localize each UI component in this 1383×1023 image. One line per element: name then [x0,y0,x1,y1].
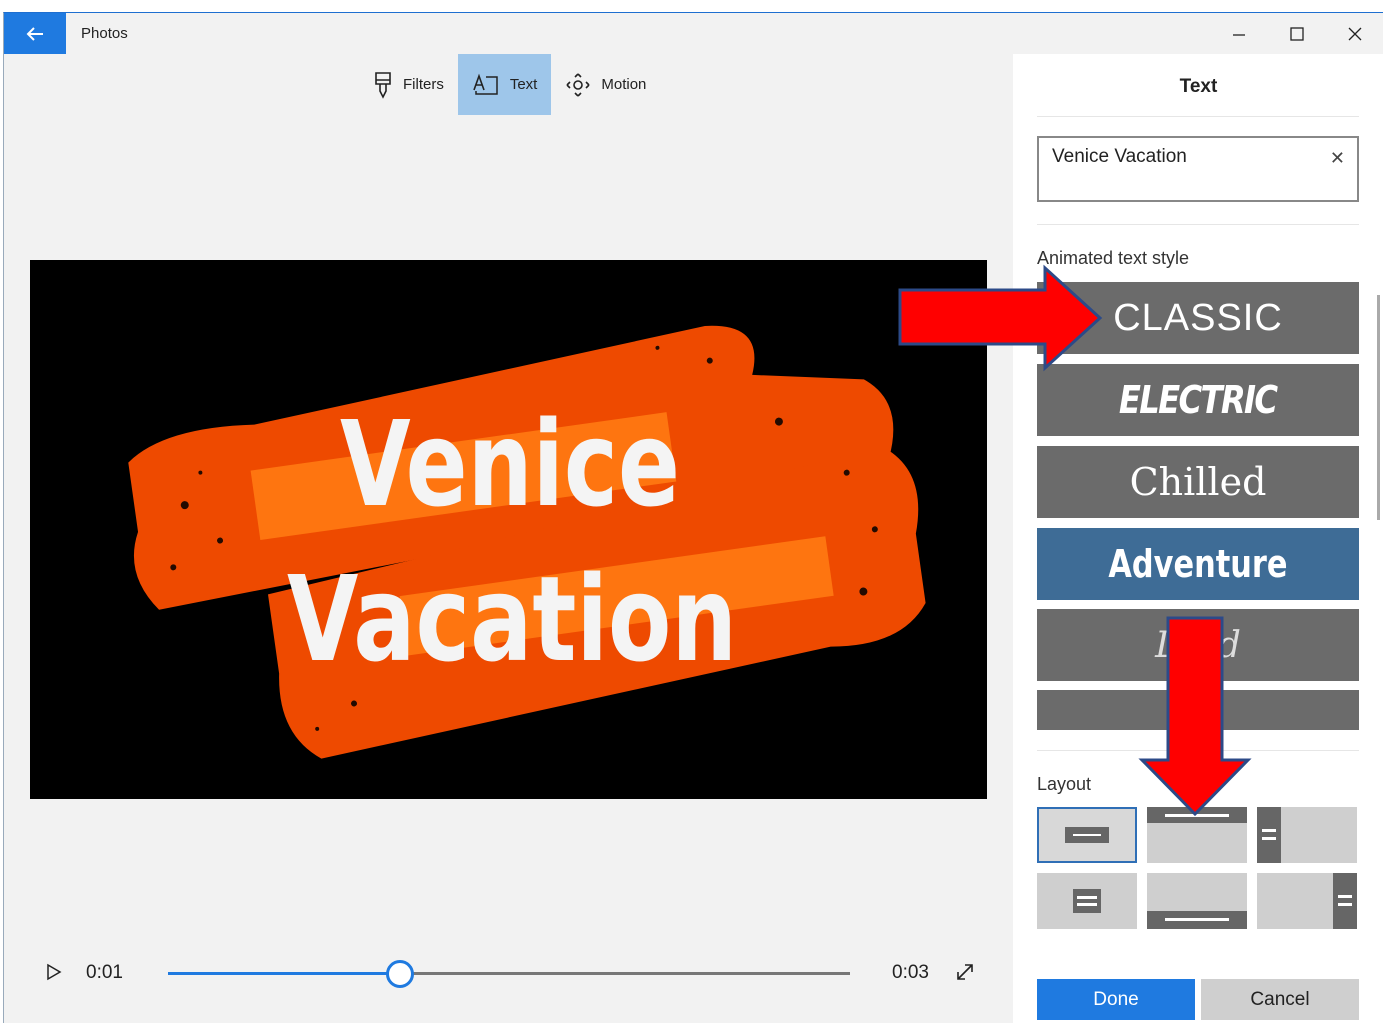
text-tool-label: Text [509,76,538,93]
total-time: 0:03 [892,962,929,983]
maximize-button[interactable] [1268,13,1326,54]
minimize-icon [1233,33,1245,36]
seek-progress [168,972,400,975]
layout-left-line [1262,829,1276,832]
fullscreen-icon[interactable] [954,961,976,983]
layout-bottom-line [1165,918,1229,921]
maximize-icon [1290,26,1304,41]
seek-track[interactable] [168,972,850,975]
close-icon [1348,27,1362,40]
style-partial[interactable] [1037,690,1359,730]
style-adventure-label: Adventure [1108,542,1288,586]
layout-center-small[interactable] [1037,873,1137,929]
layout-center-small-line [1077,903,1097,906]
layout-top-line [1165,814,1229,817]
close-button[interactable] [1326,13,1383,54]
motion-label: Motion [601,76,647,93]
layout-center[interactable] [1037,807,1137,863]
layout-bottom[interactable] [1147,873,1247,929]
layout-left[interactable] [1257,807,1357,863]
layout-label: Layout [1037,774,1092,794]
overlay-text-value: Venice Vacation [1052,146,1187,167]
overlay-line-2: Vacation [287,550,737,688]
text-tool[interactable]: Text [457,54,552,115]
playback-bar: 0:01 0:03 [4,943,1009,993]
style-electric-label: ELECTRIC [1119,378,1278,422]
style-lord[interactable]: Lord [1037,609,1359,681]
layout-left-line [1262,837,1276,840]
layout-right-line [1338,903,1352,906]
overlay-text-input[interactable]: Venice Vacation ✕ [1037,136,1359,202]
style-chilled-label: Chilled [1129,460,1267,504]
divider [1037,750,1359,751]
panel-scrollbar[interactable] [1377,295,1380,520]
style-lord-label: Lord [1155,624,1241,666]
photos-window: Photos Filters Text Motion Venice Vacati… [3,12,1383,1023]
animated-style-label: Animated text style [1037,248,1190,268]
filters-tool[interactable]: Filters [359,54,458,115]
app-title: Photos [81,25,128,42]
panel-title: Text [1179,76,1218,97]
style-electric[interactable]: ELECTRIC [1037,364,1359,436]
current-time: 0:01 [86,962,123,983]
layout-top[interactable] [1147,807,1247,863]
layout-center-small-bar [1073,889,1101,913]
divider [1037,224,1359,225]
motion-tool[interactable]: Motion [551,54,660,115]
layout-right-line [1338,895,1352,898]
clear-text-icon[interactable]: ✕ [1330,148,1345,169]
layout-right[interactable] [1257,873,1357,929]
title-bar: Photos [4,13,1383,54]
edit-toolbar: Filters Text Motion [359,54,660,115]
video-preview: Venice Vacation [30,260,987,799]
style-classic[interactable]: CLASSIC [1037,282,1359,354]
back-arrow-icon [26,26,43,41]
style-classic-label: CLASSIC [1113,296,1283,339]
style-adventure[interactable]: Adventure [1037,528,1359,600]
layout-left-bar [1257,807,1281,863]
layout-right-bar [1333,873,1357,929]
filters-label: Filters [403,76,444,93]
play-icon[interactable] [46,963,62,981]
back-button[interactable] [4,13,66,54]
style-chilled[interactable]: Chilled [1037,446,1359,518]
text-panel: Text Venice Vacation ✕ Animated text sty… [1013,54,1383,1023]
text-overlay-graphic: Venice Vacation [128,325,926,759]
motion-icon [566,72,590,97]
layout-center-small-line [1077,896,1097,899]
text-tool-icon [473,73,498,95]
overlay-line-1: Venice [340,395,680,533]
layout-center-line [1073,834,1101,836]
seek-thumb[interactable] [385,960,414,988]
filters-icon [375,71,391,99]
minimize-button[interactable] [1210,13,1268,54]
done-button[interactable]: Done [1037,979,1195,1020]
divider [1037,116,1359,117]
cancel-button[interactable]: Cancel [1201,979,1359,1020]
